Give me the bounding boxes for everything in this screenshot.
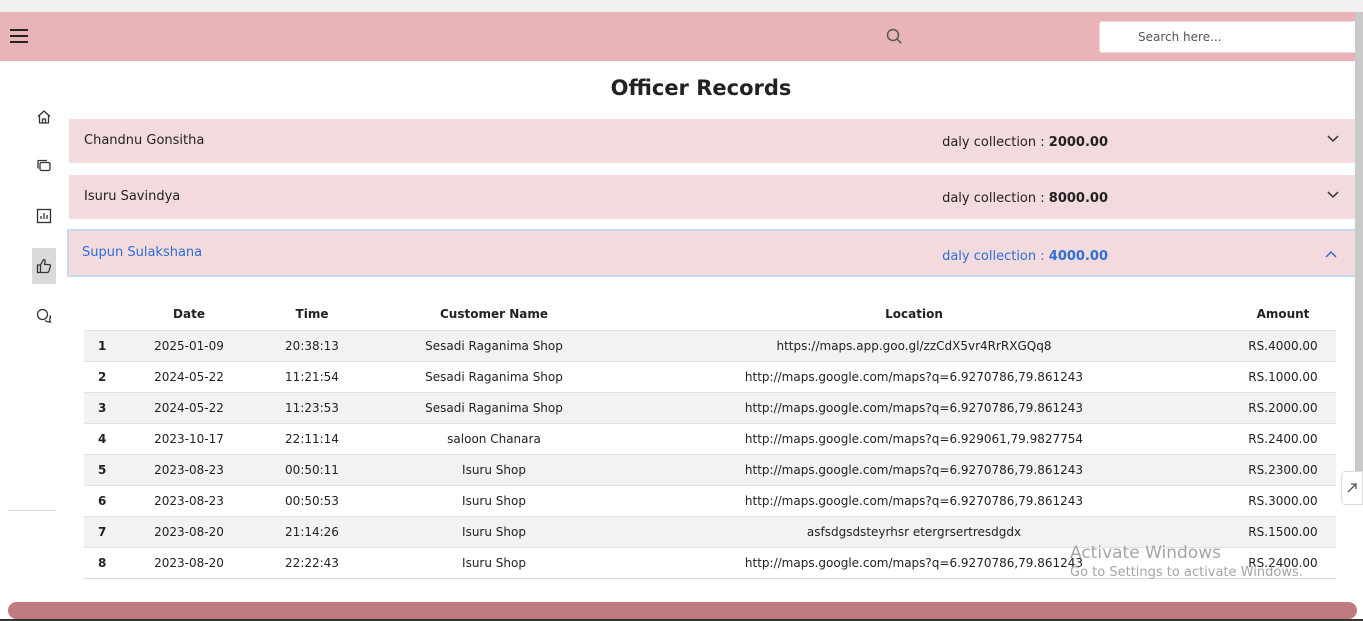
thumbs-up-icon — [36, 258, 52, 274]
daily-collection: daly collection : 8000.00 — [942, 191, 1108, 206]
cell-customer: Sesadi Raganima Shop — [390, 360, 598, 392]
cell-location: http://maps.google.com/maps?q=6.9270786,… — [598, 360, 1230, 392]
records-table: Date Time Customer Name Location Amount … — [84, 299, 1336, 578]
cell-index: 8 — [84, 546, 144, 578]
table-row[interactable]: 1 2025-01-09 20:38:13 Sesadi Raganima Sh… — [84, 329, 1336, 361]
cell-date: 2025-01-09 — [144, 329, 234, 361]
cell-location: http://maps.google.com/maps?q=6.929061,7… — [598, 422, 1230, 454]
hamburger-menu-icon[interactable] — [10, 29, 30, 45]
sidebar-item-chat[interactable] — [32, 298, 56, 334]
table-row[interactable]: 6 2023-08-23 00:50:53 Isuru Shop http://… — [84, 484, 1336, 516]
watermark-subtitle: Go to Settings to activate Windows. — [1070, 565, 1303, 580]
bar-chart-icon — [36, 208, 52, 224]
cell-location: http://maps.google.com/maps?q=6.9270786,… — [598, 484, 1230, 516]
cell-date: 2023-08-23 — [144, 484, 234, 516]
table-row[interactable]: 3 2024-05-22 11:23:53 Sesadi Raganima Sh… — [84, 391, 1336, 423]
chevron-up-icon — [1325, 250, 1337, 258]
cell-date: 2023-08-23 — [144, 453, 234, 485]
expand-arrow-icon — [1347, 483, 1357, 493]
vertical-scrollbar[interactable] — [1355, 12, 1363, 477]
cell-customer: Isuru Shop — [390, 515, 598, 547]
table-row[interactable]: 4 2023-10-17 22:11:14 saloon Chanara htt… — [84, 422, 1336, 454]
cell-amount: RS.2000.00 — [1230, 391, 1336, 423]
chevron-down-icon — [1327, 135, 1339, 143]
cell-date: 2024-05-22 — [144, 360, 234, 392]
cell-amount: RS.2400.00 — [1230, 422, 1336, 454]
cell-amount: RS.3000.00 — [1230, 484, 1336, 516]
cell-customer: Sesadi Raganima Shop — [390, 391, 598, 423]
search-icon[interactable] — [884, 26, 904, 46]
officer-name: Chandnu Gonsitha — [84, 133, 205, 148]
cell-time: 11:21:54 — [234, 360, 390, 392]
watermark-title: Activate Windows — [1070, 543, 1221, 563]
layers-icon — [37, 159, 51, 172]
sidebar-item-reports[interactable] — [32, 198, 56, 234]
cell-index: 7 — [84, 515, 144, 547]
cell-index: 4 — [84, 422, 144, 454]
top-header — [0, 12, 1363, 61]
sidebar — [0, 61, 66, 606]
sidebar-item-home[interactable] — [32, 99, 56, 135]
cell-date: 2023-10-17 — [144, 422, 234, 454]
cell-time: 22:22:43 — [234, 546, 390, 578]
chat-bubbles-icon — [36, 308, 52, 323]
column-header-customer: Customer Name — [440, 307, 548, 322]
cell-index: 3 — [84, 391, 144, 423]
column-header-amount: Amount — [1256, 307, 1310, 322]
cell-amount: RS.1000.00 — [1230, 360, 1336, 392]
cell-location: http://maps.google.com/maps?q=6.9270786,… — [598, 391, 1230, 423]
cell-index: 2 — [84, 360, 144, 392]
horizontal-scrollbar[interactable] — [8, 602, 1357, 619]
column-header-index — [84, 299, 144, 330]
cell-customer: saloon Chanara — [390, 422, 598, 454]
officer-name: Isuru Savindya — [84, 189, 181, 204]
cell-time: 11:23:53 — [234, 391, 390, 423]
cell-index: 1 — [84, 329, 144, 361]
cell-customer: Isuru Shop — [390, 453, 598, 485]
table-row[interactable]: 2 2024-05-22 11:21:54 Sesadi Raganima Sh… — [84, 360, 1336, 392]
cell-customer: Sesadi Raganima Shop — [390, 329, 598, 361]
cell-time: 22:11:14 — [234, 422, 390, 454]
officer-accordion-1[interactable]: Chandnu Gonsitha daly collection : 2000.… — [69, 119, 1357, 163]
cell-date: 2023-08-20 — [144, 546, 234, 578]
cell-time: 21:14:26 — [234, 515, 390, 547]
cell-date: 2023-08-20 — [144, 515, 234, 547]
daily-collection: daly collection : 4000.00 — [942, 249, 1108, 264]
records-table-container: Date Time Customer Name Location Amount … — [84, 299, 1336, 578]
table-row[interactable]: 5 2023-08-23 00:50:11 Isuru Shop http://… — [84, 453, 1336, 485]
search-input[interactable] — [1099, 21, 1363, 53]
browser-top-strip — [0, 0, 1363, 12]
sidebar-item-approvals[interactable] — [32, 248, 56, 284]
cell-amount: RS.2300.00 — [1230, 453, 1336, 485]
windows-activation-watermark: Activate Windows Go to Settings to activ… — [1070, 543, 1303, 580]
cell-time: 00:50:11 — [234, 453, 390, 485]
cell-location: https://maps.app.goo.gl/zzCdX5vr4RrRXGQq… — [598, 329, 1230, 361]
officer-accordion-3[interactable]: Supun Sulakshana daly collection : 4000.… — [67, 229, 1357, 277]
officer-accordion-2[interactable]: Isuru Savindya daly collection : 8000.00 — [69, 175, 1357, 219]
column-header-location: Location — [885, 307, 943, 322]
cell-customer: Isuru Shop — [390, 546, 598, 578]
column-header-time: Time — [295, 307, 329, 322]
cell-customer: Isuru Shop — [390, 484, 598, 516]
cell-date: 2024-05-22 — [144, 391, 234, 423]
sidebar-item-records[interactable] — [32, 148, 56, 184]
column-header-date: Date — [173, 307, 205, 322]
sidebar-divider — [8, 510, 56, 511]
cell-time: 20:38:13 — [234, 329, 390, 361]
chevron-down-icon — [1327, 191, 1339, 199]
officer-name: Supun Sulakshana — [82, 245, 203, 260]
collapse-side-tab[interactable] — [1341, 471, 1363, 505]
table-header-row: Date Time Customer Name Location Amount — [84, 299, 1336, 330]
home-icon — [37, 110, 51, 124]
cell-index: 5 — [84, 453, 144, 485]
daily-collection: daly collection : 2000.00 — [942, 135, 1108, 150]
cell-time: 00:50:53 — [234, 484, 390, 516]
cell-amount: RS.4000.00 — [1230, 329, 1336, 361]
cell-location: http://maps.google.com/maps?q=6.9270786,… — [598, 453, 1230, 485]
page-title: Officer Records — [610, 76, 792, 100]
cell-index: 6 — [84, 484, 144, 516]
